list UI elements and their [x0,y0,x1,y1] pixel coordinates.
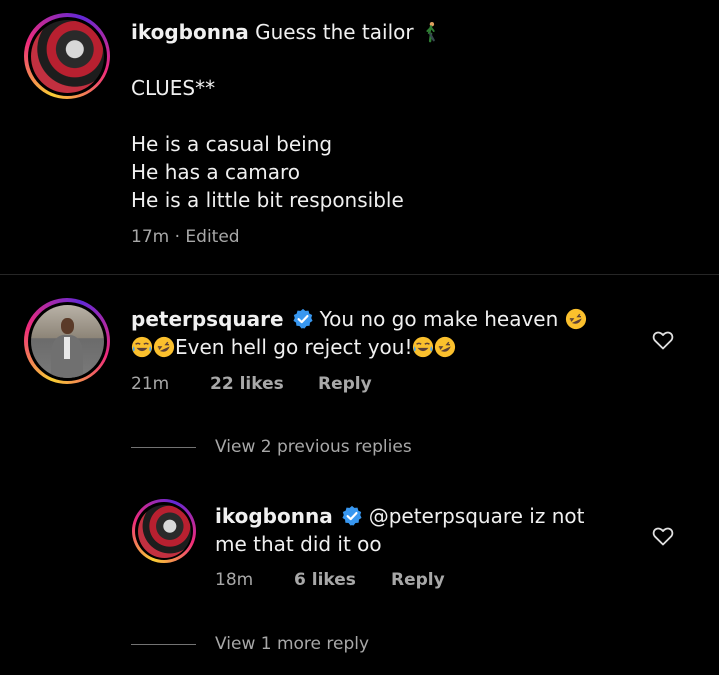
comment-reply-button[interactable]: Reply [318,374,372,394]
post-caption-first-line: Guess the tailor [255,20,414,44]
view-more-replies-button[interactable]: View 1 more reply [215,634,369,654]
joy-emoji-icon [413,336,434,358]
reply-author-avatar[interactable] [132,499,196,563]
post-caption-line: He is a little bit responsible [131,188,404,212]
rofl-emoji-icon [435,336,456,358]
comment-timestamp: 21m [131,374,170,394]
reply-reply-button[interactable]: Reply [391,570,445,590]
reply-line-1: ikogbonna @peterpsquare iz not [215,502,584,530]
post-caption-line: He has a camaro [131,160,301,184]
comment-text: You no go make heaven [319,307,559,331]
comment-line-1: peterpsquare You no go make heaven [131,305,587,333]
view-previous-replies-button[interactable]: View 2 previous replies [215,437,412,457]
view-more-replies-line [131,644,196,645]
heart-outline-icon[interactable] [651,328,675,352]
reply-timestamp: 18m [215,570,254,590]
comment-line-2: Even hell go reject you! [131,333,456,361]
post-edited-label: · Edited [174,227,240,247]
comment-likes[interactable]: 22 likes [210,374,284,394]
post-timestamp: 17m [131,227,170,247]
post-meta: 17m · Edited [131,227,240,247]
walking-person-icon [426,22,435,43]
reply-author-username[interactable]: ikogbonna [215,504,333,528]
verified-badge-icon [342,505,362,526]
joy-emoji-icon [131,336,153,358]
post-author-avatar[interactable] [24,13,110,99]
comment-author-avatar[interactable] [24,298,110,384]
comment-author-username[interactable]: peterpsquare [131,307,284,331]
reply-text: @peterpsquare iz not [368,504,585,528]
comment-text-continued: Even hell go reject you! [175,335,413,359]
heart-outline-icon[interactable] [651,524,675,548]
post-caption-header: ikogbonna Guess the tailor [131,18,442,46]
verified-badge-icon [293,308,313,329]
rofl-emoji-icon [565,308,586,330]
view-replies-line [131,447,196,448]
reply-text-continued: me that did it oo [215,532,382,556]
post-caption-line: CLUES** [131,76,216,100]
post-caption-line: He is a casual being [131,132,333,156]
rofl-emoji-icon [153,336,175,358]
post-author-username[interactable]: ikogbonna [131,20,249,44]
reply-likes[interactable]: 6 likes [294,570,356,590]
caption-divider [0,274,719,275]
